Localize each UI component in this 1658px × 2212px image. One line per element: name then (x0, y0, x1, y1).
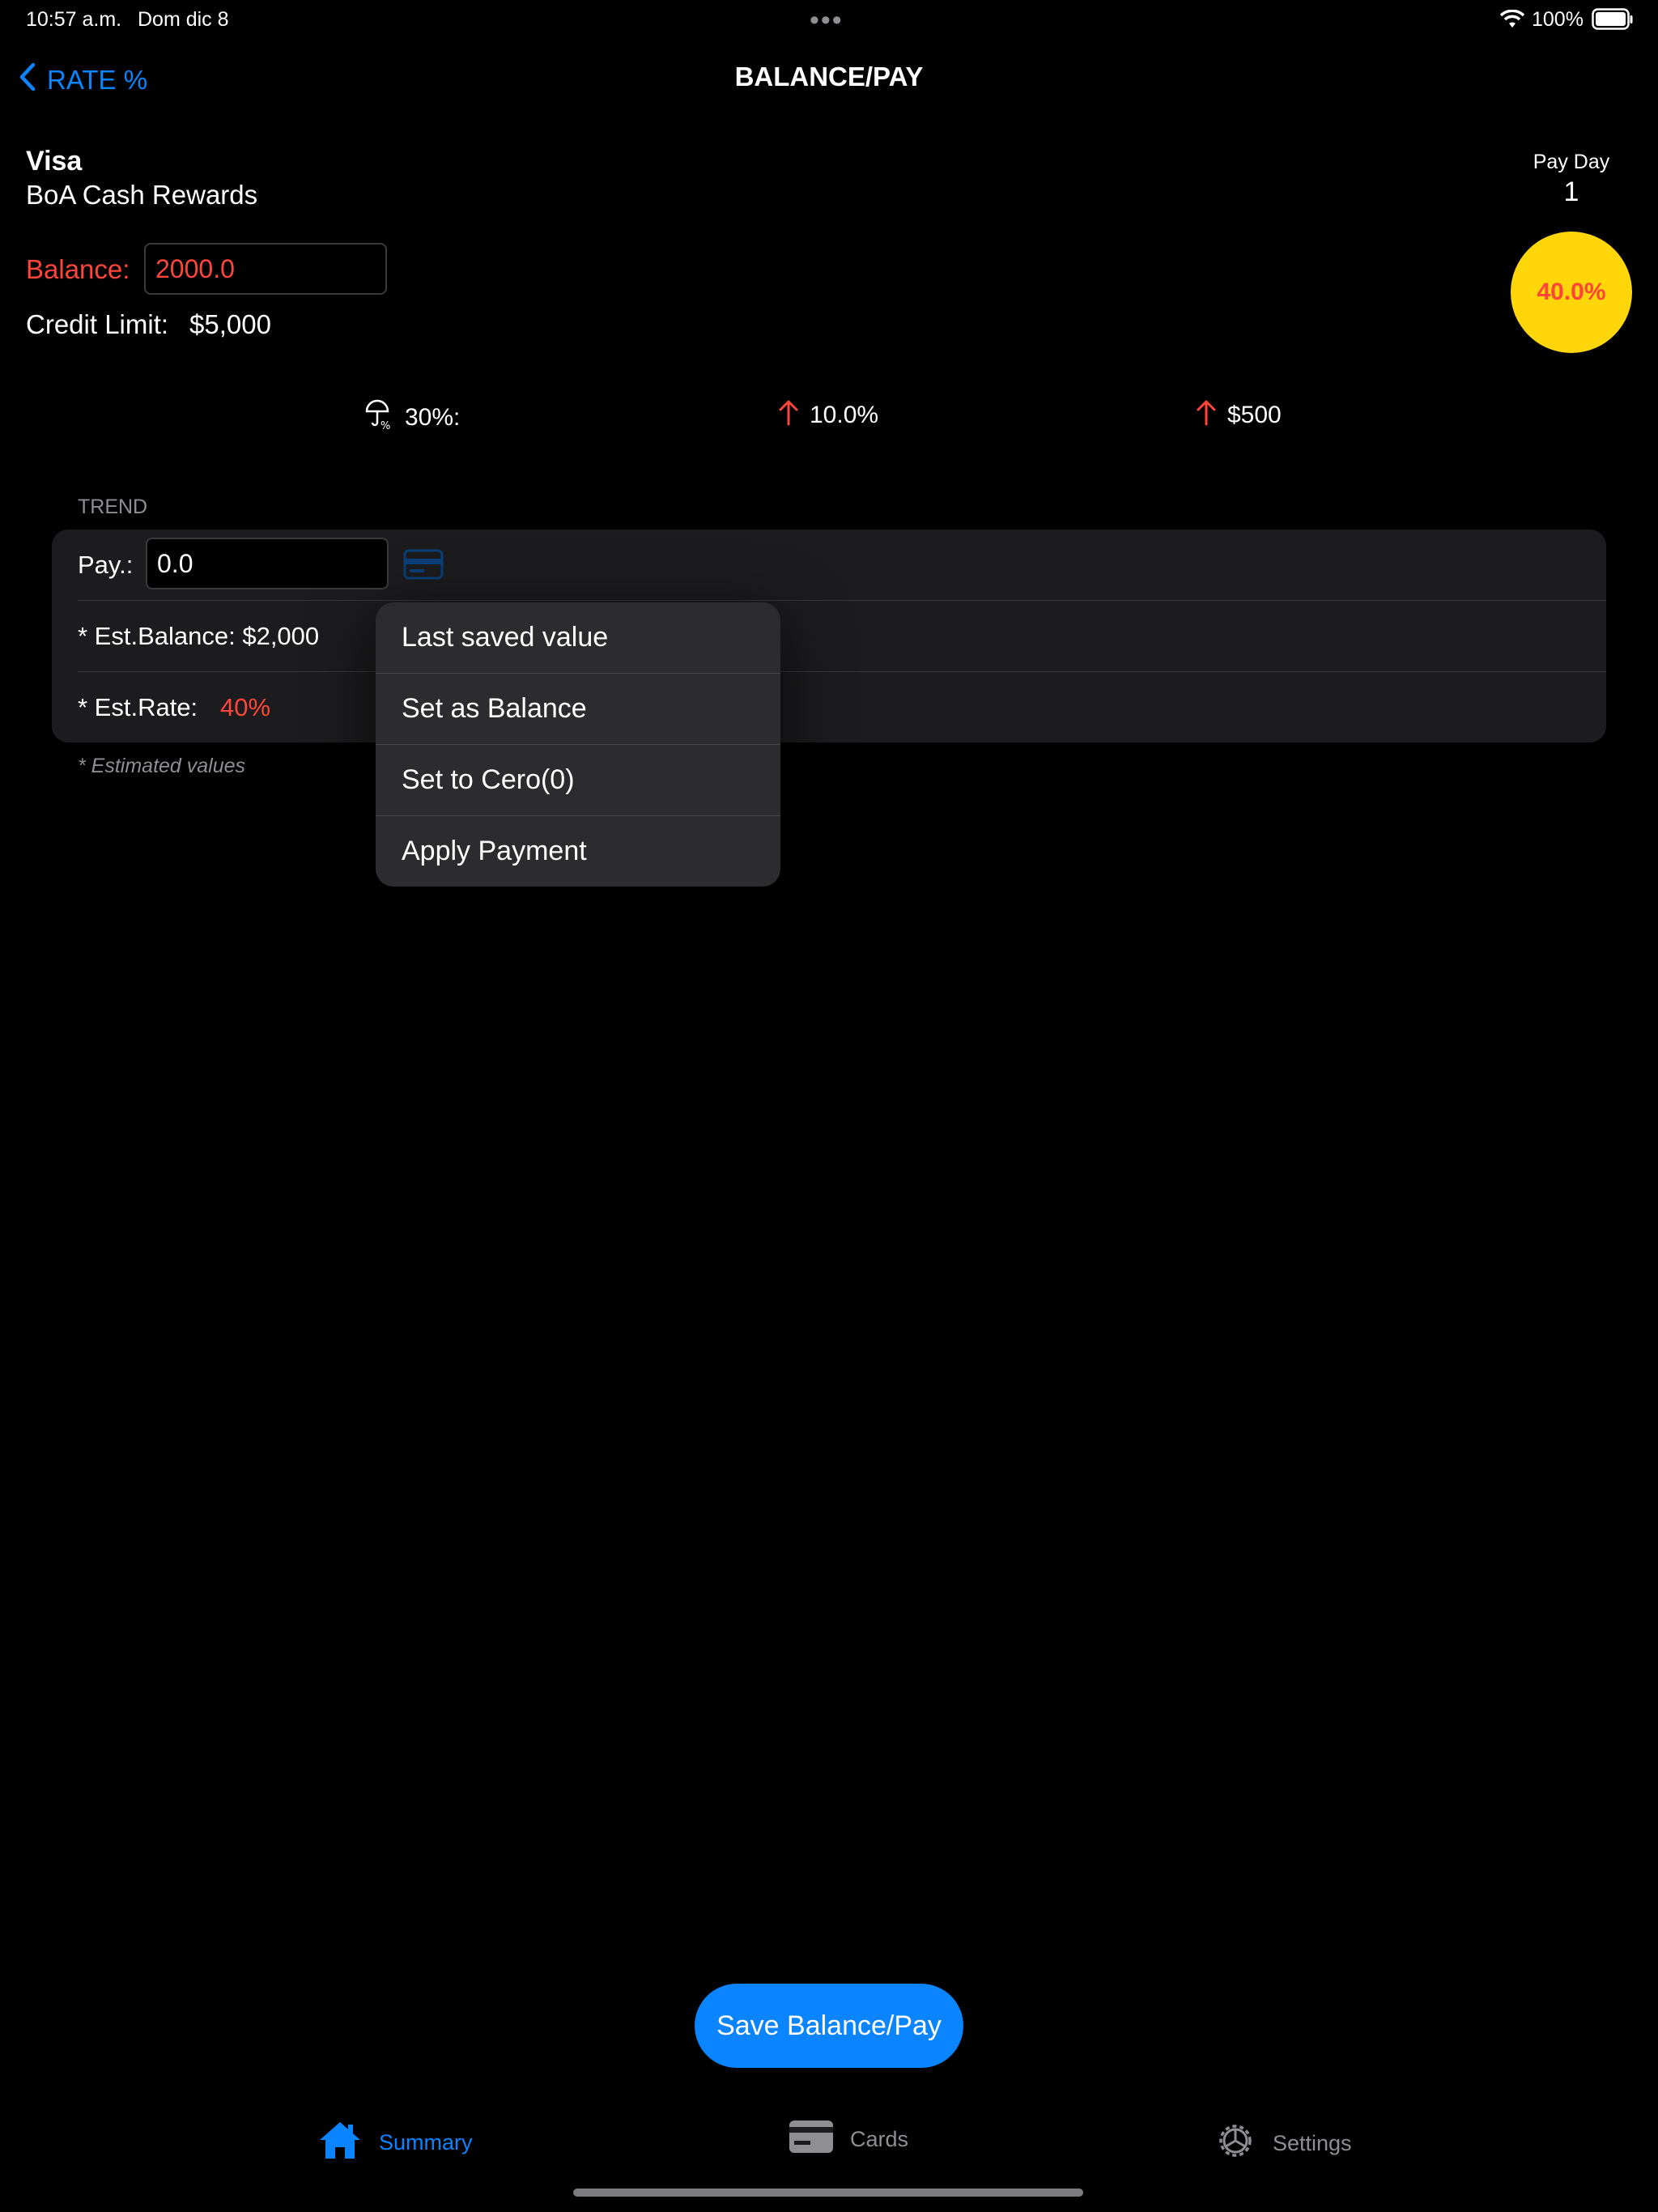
multitasking-dots-icon[interactable]: ••• (810, 5, 844, 36)
stat-threshold: % 30%: (364, 398, 460, 437)
tab-settings-label: Settings (1273, 2131, 1352, 2155)
battery-percent: 100% (1532, 8, 1584, 31)
svg-text:%: % (380, 420, 390, 431)
tab-cards[interactable]: Cards (789, 2120, 908, 2159)
credit-card-icon (789, 2120, 834, 2159)
pay-label: Pay.: (78, 551, 134, 579)
status-date: Dom dic 8 (138, 8, 229, 31)
est-rate-label: * Est.Rate: (78, 693, 198, 721)
balance-input[interactable]: 2000.0 (144, 243, 387, 295)
battery-icon (1592, 8, 1634, 35)
pay-day-label: Pay Day (1533, 151, 1610, 173)
trend-section-header: TREND (78, 496, 148, 518)
page-title: BALANCE/PAY (734, 62, 924, 91)
stat-rate-change-value: 10.0% (810, 402, 879, 428)
tab-settings[interactable]: Settings (1214, 2120, 1352, 2167)
stat-rate-change: 10.0% (779, 398, 878, 432)
stat-amount-change-value: $500 (1227, 402, 1282, 428)
umbrella-percent-icon: % (364, 398, 393, 437)
pay-input[interactable]: 0.0 (146, 538, 389, 589)
est-balance: * Est.Balance: $2,000 (78, 622, 320, 650)
house-icon (317, 2120, 363, 2166)
balance-label: Balance: (26, 254, 130, 284)
tab-cards-label: Cards (850, 2127, 909, 2151)
pay-options-menu: Last saved value Set as Balance Set to C… (376, 602, 780, 887)
card-brand: Visa (26, 146, 83, 177)
menu-item-set-as-balance[interactable]: Set as Balance (376, 674, 780, 745)
status-time: 10:57 a.m. (26, 8, 122, 31)
tab-summary-label: Summary (379, 2130, 473, 2155)
stat-amount-change: $500 (1197, 398, 1282, 432)
pay-day-value: 1 (1563, 177, 1579, 207)
tab-summary[interactable]: Summary (317, 2120, 473, 2166)
wifi-icon (1499, 9, 1525, 33)
payment-card-icon[interactable] (403, 549, 444, 584)
utilization-rate-badge: 40.0% (1511, 232, 1632, 353)
credit-limit-label: Credit Limit: (26, 309, 169, 339)
gear-icon (1214, 2120, 1256, 2167)
row-divider (78, 600, 1606, 601)
arrow-up-icon (779, 398, 798, 432)
estimated-footnote: * Estimated values (78, 755, 246, 777)
stat-threshold-value: 30%: (405, 404, 461, 431)
credit-limit-value: $5,000 (189, 309, 271, 339)
menu-item-last-saved[interactable]: Last saved value (376, 602, 780, 674)
save-balance-pay-button[interactable]: Save Balance/Pay (695, 1984, 963, 2068)
est-rate-value: 40% (220, 693, 271, 721)
home-indicator[interactable] (573, 2189, 1083, 2197)
menu-item-set-to-zero[interactable]: Set to Cero(0) (376, 745, 780, 816)
row-divider (78, 671, 1606, 672)
card-name: BoA Cash Rewards (26, 180, 258, 210)
arrow-up-icon (1197, 398, 1216, 432)
menu-item-apply-payment[interactable]: Apply Payment (376, 816, 780, 887)
